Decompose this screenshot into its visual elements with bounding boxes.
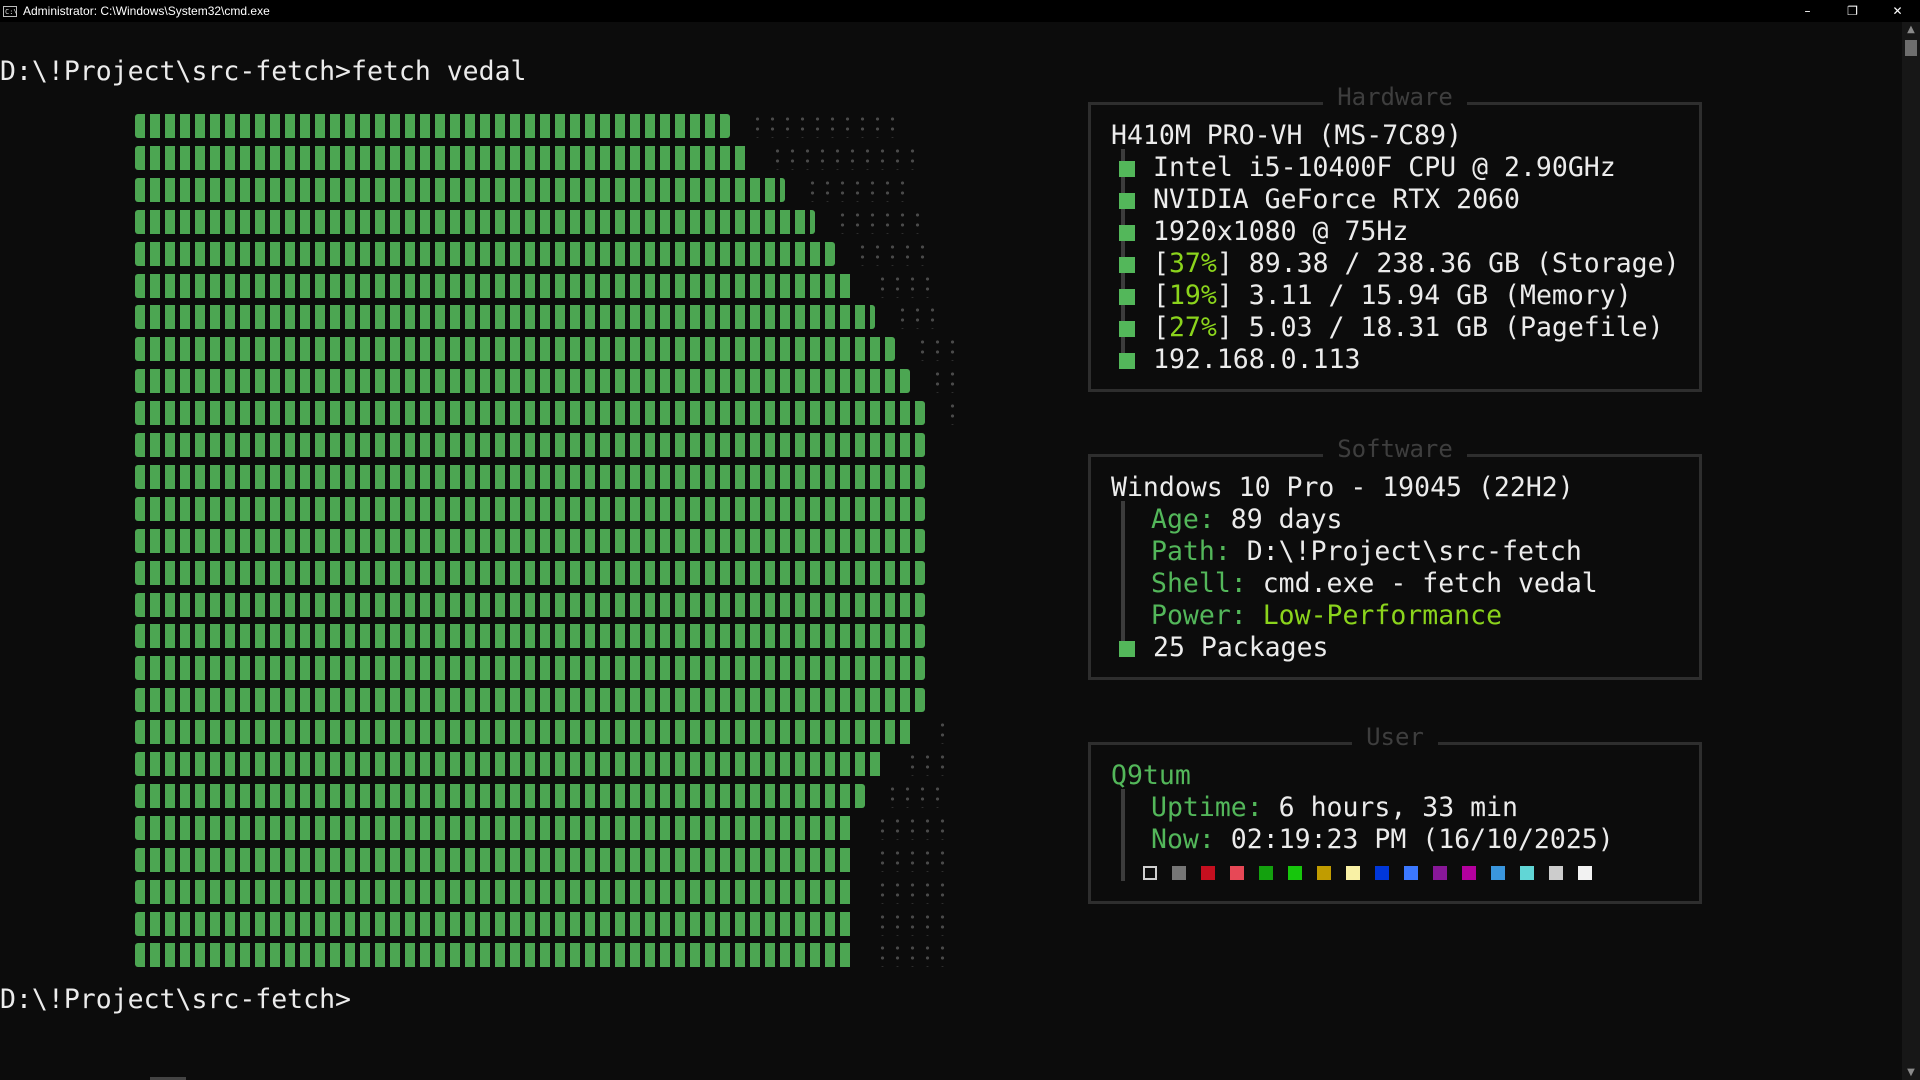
pagefile-row: [27%] 5.03 / 18.31 GB (Pagefile) — [1111, 312, 1664, 344]
ascii-art-row — [135, 652, 955, 684]
ascii-art-row — [135, 876, 955, 908]
bullet-icon — [1119, 288, 1135, 305]
ascii-art-row — [135, 174, 955, 206]
ascii-art-row — [135, 493, 955, 525]
hardware-title: Hardware — [1091, 83, 1699, 111]
ascii-art-row — [135, 206, 955, 238]
board-name: H410M PRO-VH (MS-7C89) — [1111, 120, 1462, 151]
color-swatch — [1433, 866, 1447, 880]
storage-row: [37%] 89.38 / 238.36 GB (Storage) — [1111, 248, 1680, 280]
ascii-art-row — [135, 908, 955, 940]
bullet-icon — [1119, 352, 1135, 369]
color-swatch — [1230, 866, 1244, 880]
ascii-art-row — [135, 365, 960, 397]
memory-row: [19%] 3.11 / 15.94 GB (Memory) — [1111, 280, 1632, 312]
window-title: Administrator: C:\Windows\System32\cmd.e… — [23, 4, 270, 18]
uptime-row: Uptime: 6 hours, 33 min — [1151, 792, 1518, 823]
display-row: 1920x1080 @ 75Hz — [1111, 216, 1408, 248]
ascii-art-row — [135, 333, 955, 365]
gpu-row: NVIDIA GeForce RTX 2060 — [1111, 184, 1520, 216]
ascii-art-row — [135, 589, 955, 621]
ascii-art-row — [135, 429, 955, 461]
power-row: Power: Low-Performance — [1151, 600, 1503, 631]
ascii-art-row — [135, 716, 955, 748]
prompt-line: D:\!Project\src-fetch> — [0, 984, 351, 1015]
scroll-up-icon[interactable]: ▲ — [1902, 24, 1920, 35]
close-button[interactable]: ✕ — [1875, 0, 1920, 22]
bullet-icon — [1119, 256, 1135, 273]
color-swatch — [1346, 866, 1360, 880]
pagefile-percent: 27% — [1168, 312, 1217, 343]
color-palette — [1143, 866, 1592, 880]
ascii-art-row — [135, 525, 955, 557]
scroll-down-icon[interactable]: ▼ — [1902, 1067, 1920, 1078]
restore-button[interactable]: ❐ — [1830, 0, 1875, 22]
ascii-art-row — [135, 461, 955, 493]
bullet-icon — [1119, 640, 1135, 657]
color-swatch — [1549, 866, 1563, 880]
storage-percent: 37% — [1168, 248, 1217, 279]
color-swatch — [1462, 866, 1476, 880]
ascii-art-row — [135, 238, 955, 270]
bullet-icon — [1119, 160, 1135, 177]
color-swatch — [1404, 866, 1418, 880]
ascii-art-row — [135, 812, 955, 844]
bullet-icon — [1119, 320, 1135, 337]
software-panel: Software Windows 10 Pro - 19045 (22H2) A… — [1088, 435, 1702, 680]
color-swatch — [1491, 866, 1505, 880]
ascii-art-row — [135, 844, 955, 876]
now-row: Now: 02:19:23 PM (16/10/2025) — [1151, 824, 1614, 855]
ascii-art-row — [135, 301, 955, 333]
ascii-art-row — [135, 270, 955, 302]
bullet-icon — [1119, 192, 1135, 209]
hardware-panel: Hardware H410M PRO-VH (MS-7C89) Intel i5… — [1088, 83, 1702, 392]
ascii-art-row — [135, 748, 955, 780]
ascii-art-row — [135, 557, 955, 589]
cmd-app-icon: C:\ — [3, 5, 18, 17]
color-swatch — [1375, 866, 1389, 880]
software-title: Software — [1091, 435, 1699, 463]
title-bar: C:\ Administrator: C:\Windows\System32\c… — [0, 0, 1920, 22]
color-swatch — [1201, 866, 1215, 880]
ascii-art-row — [135, 684, 955, 716]
os-name: Windows 10 Pro - 19045 (22H2) — [1111, 472, 1574, 503]
age-row: Age: 89 days — [1151, 504, 1343, 535]
color-swatch — [1259, 866, 1273, 880]
color-swatch — [1172, 866, 1186, 880]
ascii-art-row — [135, 397, 965, 429]
user-name: Q9tum — [1111, 760, 1191, 791]
ascii-art-row — [135, 620, 955, 652]
color-swatch — [1317, 866, 1331, 880]
ip-row: 192.168.0.113 — [1111, 344, 1360, 376]
command-line: D:\!Project\src-fetch>fetch vedal — [0, 56, 527, 87]
ascii-art-row — [135, 939, 955, 971]
user-title: User — [1091, 723, 1699, 751]
color-swatch — [1520, 866, 1534, 880]
window-controls: – ❐ ✕ — [1785, 0, 1920, 22]
ascii-art-logo — [135, 110, 965, 968]
vertical-scrollbar[interactable]: ▲ ▼ — [1902, 22, 1920, 1080]
user-panel: User Q9tum Uptime: 6 hours, 33 min Now: … — [1088, 723, 1702, 904]
shell-row: Shell: cmd.exe - fetch vedal — [1151, 568, 1598, 599]
minimize-button[interactable]: – — [1785, 0, 1830, 22]
color-swatch — [1578, 866, 1592, 880]
ascii-art-row — [135, 110, 955, 142]
scrollbar-thumb[interactable] — [1905, 40, 1917, 56]
packages-row: 25 Packages — [1111, 632, 1329, 664]
color-swatch — [1143, 866, 1157, 880]
cpu-row: Intel i5-10400F CPU @ 2.90GHz — [1111, 152, 1616, 184]
memory-percent: 19% — [1168, 280, 1217, 311]
ascii-art-row — [135, 142, 955, 174]
color-swatch — [1288, 866, 1302, 880]
ascii-art-row — [135, 780, 955, 812]
bullet-icon — [1119, 224, 1135, 241]
path-row: Path: D:\!Project\src-fetch — [1151, 536, 1582, 567]
